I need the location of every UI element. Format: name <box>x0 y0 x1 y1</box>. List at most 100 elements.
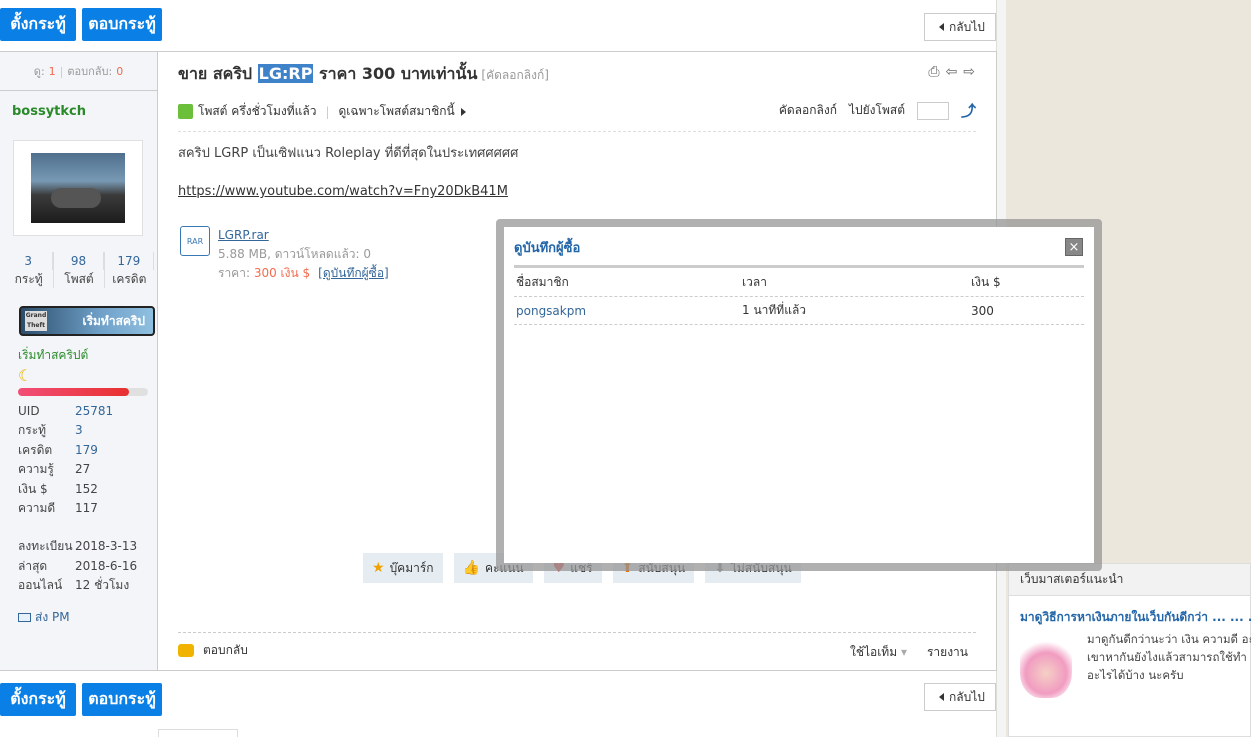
post-meta-row: โพสต์ ครึ่งชั่วโมงที่แล้ว | ดูเฉพาะโพสต์… <box>178 92 976 132</box>
info-key: ลงทะเบียน <box>18 539 73 554</box>
stat-value: 98 <box>54 252 104 270</box>
new-thread-button[interactable]: ตั้งกระทู้ <box>0 8 76 41</box>
recommend-text-line: เขาหากันยังไงแล้วสามารถใช้ทำ <box>1087 650 1247 664</box>
only-this-member-link[interactable]: ดูเฉพาะโพสต์สมาชิกนี้ <box>339 102 455 121</box>
modal-title: ดูบันทึกผู้ซื้อ <box>514 241 581 256</box>
goto-post-label: ไปยังโพสต์ <box>848 103 905 117</box>
stat-credits[interactable]: 179 เครดิต <box>105 252 154 288</box>
moon-icon: ☾ <box>18 366 33 385</box>
print-icon[interactable]: ⎙ <box>928 64 939 80</box>
attachment-filename[interactable]: LGRP.rar <box>218 228 269 242</box>
views-count: 1 <box>48 64 56 78</box>
recommend-text: มาดูกันดีกว่านะว่า เงิน ความดี อะไร เขาห… <box>1087 630 1251 684</box>
divider: | <box>325 104 330 119</box>
info-key: เงิน $ <box>18 481 48 496</box>
back-arrow-icon <box>939 693 944 701</box>
dropdown-icon: ▾ <box>900 645 907 659</box>
title-highlight: LG:RP <box>257 64 314 83</box>
post-footer: ตอบกลับ ใช้ไอเท็ม ▾ รายงาน <box>178 632 976 668</box>
author-info-list: UID 25781 กระทู้ 3 เครดิต 179 ความรู้ 27 เงิ… <box>18 402 137 596</box>
report-link[interactable]: รายงาน <box>927 643 968 662</box>
gta-logo-icon: Grand Theft <box>25 311 47 331</box>
info-row: เงิน $ 152 <box>18 480 137 499</box>
header-member: ชื่อสมาชิก <box>516 275 569 289</box>
next-thread-icon[interactable]: ⇨ <box>963 64 975 80</box>
copy-link[interactable]: คัดลอกลิงก์ <box>779 101 837 120</box>
stat-value: 179 <box>105 252 154 270</box>
divider: | <box>59 64 64 78</box>
info-key: ความดี <box>18 501 56 516</box>
buyer-time: 1 นาทีที่แล้ว <box>742 303 807 317</box>
info-value: 12 ชั่วโมง <box>75 578 130 593</box>
rar-file-icon: RAR <box>180 226 210 256</box>
info-value: 2018-3-13 <box>75 539 138 554</box>
buyer-amount: 300 <box>971 303 994 318</box>
star-icon: ★ <box>372 560 385 576</box>
rank-badge: Grand Theft เริ่มทำสคริป <box>19 306 155 336</box>
bookmark-button[interactable]: ★ บุ๊คมาร์ก <box>363 553 443 583</box>
webmaster-recommend-box: เว็บมาสเตอร์แนะนำ มาดูวิธีการหาเงินภายใน… <box>1008 563 1251 737</box>
thumb-icon: 👍 <box>462 560 481 576</box>
stat-threads[interactable]: 3 กระทู้ <box>4 252 55 288</box>
info-row: ความดี 117 <box>18 499 137 518</box>
use-item-link[interactable]: ใช้ไอเท็ม ▾ <box>850 643 907 662</box>
author-stats: 3 กระทู้ 98 โพสต์ 179 เครดิต <box>4 252 154 288</box>
attachment: RAR LGRP.rar 5.88 MB, ดาวน์โหลดแล้ว: 0 ร… <box>180 226 389 283</box>
info-value: 117 <box>75 501 98 516</box>
post-title-row: ขาย สคริป LG:RP ราคา 300 บาทเท่านั้น [คั… <box>178 62 549 87</box>
info-value: 27 <box>75 462 91 477</box>
buyers-modal: ดูบันทึกผู้ซื้อ × ชื่อสมาชิก เวลา เงิน $… <box>504 227 1094 563</box>
info-key: UID <box>18 404 40 418</box>
info-row: ความรู้ 27 <box>18 460 137 479</box>
table-header: ชื่อสมาชิก เวลา เงิน $ <box>514 269 1084 297</box>
info-key: ล่าสุด <box>18 558 48 573</box>
stat-value: 3 <box>4 252 54 270</box>
info-row: ออนไลน์ 12 ชั่วโมง <box>18 576 137 595</box>
author-username[interactable]: bossytkch <box>12 104 86 119</box>
info-value[interactable]: 3 <box>75 421 83 440</box>
info-value[interactable]: 179 <box>75 441 98 460</box>
back-button-bottom[interactable]: กลับไป <box>924 683 996 711</box>
view-buyers-link[interactable]: [ดูบันทึกผู้ซื้อ] <box>318 266 389 280</box>
author-column: ดู: 1 | ตอบกลับ: 0 bossytkch 3 กระทู้ 98 โ… <box>0 52 158 670</box>
info-row: UID 25781 <box>18 402 137 421</box>
info-value[interactable]: 25781 <box>75 402 113 421</box>
header-amount: เงิน $ <box>971 275 1001 289</box>
recommend-text-line: อะไรได้บ้าง นะครับ <box>1087 668 1184 682</box>
close-icon[interactable]: × <box>1065 238 1083 256</box>
recommend-link[interactable]: มาดูวิธีการหาเงินภายในเว็บกันดีกว่า ... … <box>1020 608 1251 627</box>
prev-thread-icon[interactable]: ⇦ <box>946 64 958 80</box>
back-button[interactable]: กลับไป <box>924 13 996 41</box>
youtube-link[interactable]: https://www.youtube.com/watch?v=Fny20DkB… <box>178 184 508 199</box>
reply-link[interactable]: ตอบกลับ <box>203 641 248 660</box>
goto-post-icon[interactable]: ⤴ <box>961 100 976 121</box>
bottom-tab <box>158 729 238 737</box>
buyer-member-link[interactable]: pongsakpm <box>514 304 742 318</box>
send-pm-link[interactable]: ส่ง PM <box>18 608 70 627</box>
goto-post-input[interactable] <box>916 101 949 120</box>
recommend-image[interactable] <box>1020 636 1072 698</box>
info-row: ลงทะเบียน 2018-3-13 <box>18 537 137 556</box>
stat-label: โพสต์ <box>64 272 94 286</box>
info-row: เครดิต 179 <box>18 441 137 460</box>
info-value: 152 <box>75 481 98 496</box>
posted-time: โพสต์ ครึ่งชั่วโมงที่แล้ว <box>198 104 317 118</box>
stat-posts[interactable]: 98 โพสต์ <box>54 252 105 288</box>
send-pm-label: ส่ง PM <box>35 610 70 624</box>
rank-title: เริ่มทำสคริปต์ <box>18 348 89 362</box>
footer-right: ใช้ไอเท็ม ▾ รายงาน <box>850 643 968 662</box>
title-prefix: ขาย สคริป <box>178 64 253 83</box>
recommend-text-line: มาดูกันดีกว่านะว่า เงิน ความดี อะไร <box>1087 632 1251 646</box>
back-arrow-icon <box>939 23 944 31</box>
back-label: กลับไป <box>949 19 985 34</box>
avatar[interactable] <box>13 140 143 236</box>
reply-thread-button-bottom[interactable]: ตอบกระทู้ <box>82 683 162 716</box>
new-thread-button-bottom[interactable]: ตั้งกระทู้ <box>0 683 76 716</box>
reply-thread-button[interactable]: ตอบกระทู้ <box>82 8 162 41</box>
post-title: ขาย สคริป LG:RP ราคา 300 บาทเท่านั้น <box>178 62 477 87</box>
meta-right: คัดลอกลิงก์ ไปยังโพสต์ ⤴ <box>779 100 976 121</box>
online-status-icon <box>178 104 193 119</box>
copy-link-small[interactable]: [คัดลอกลิงก์] <box>481 66 549 85</box>
attachment-price: 300 เงิน $ <box>253 266 311 280</box>
